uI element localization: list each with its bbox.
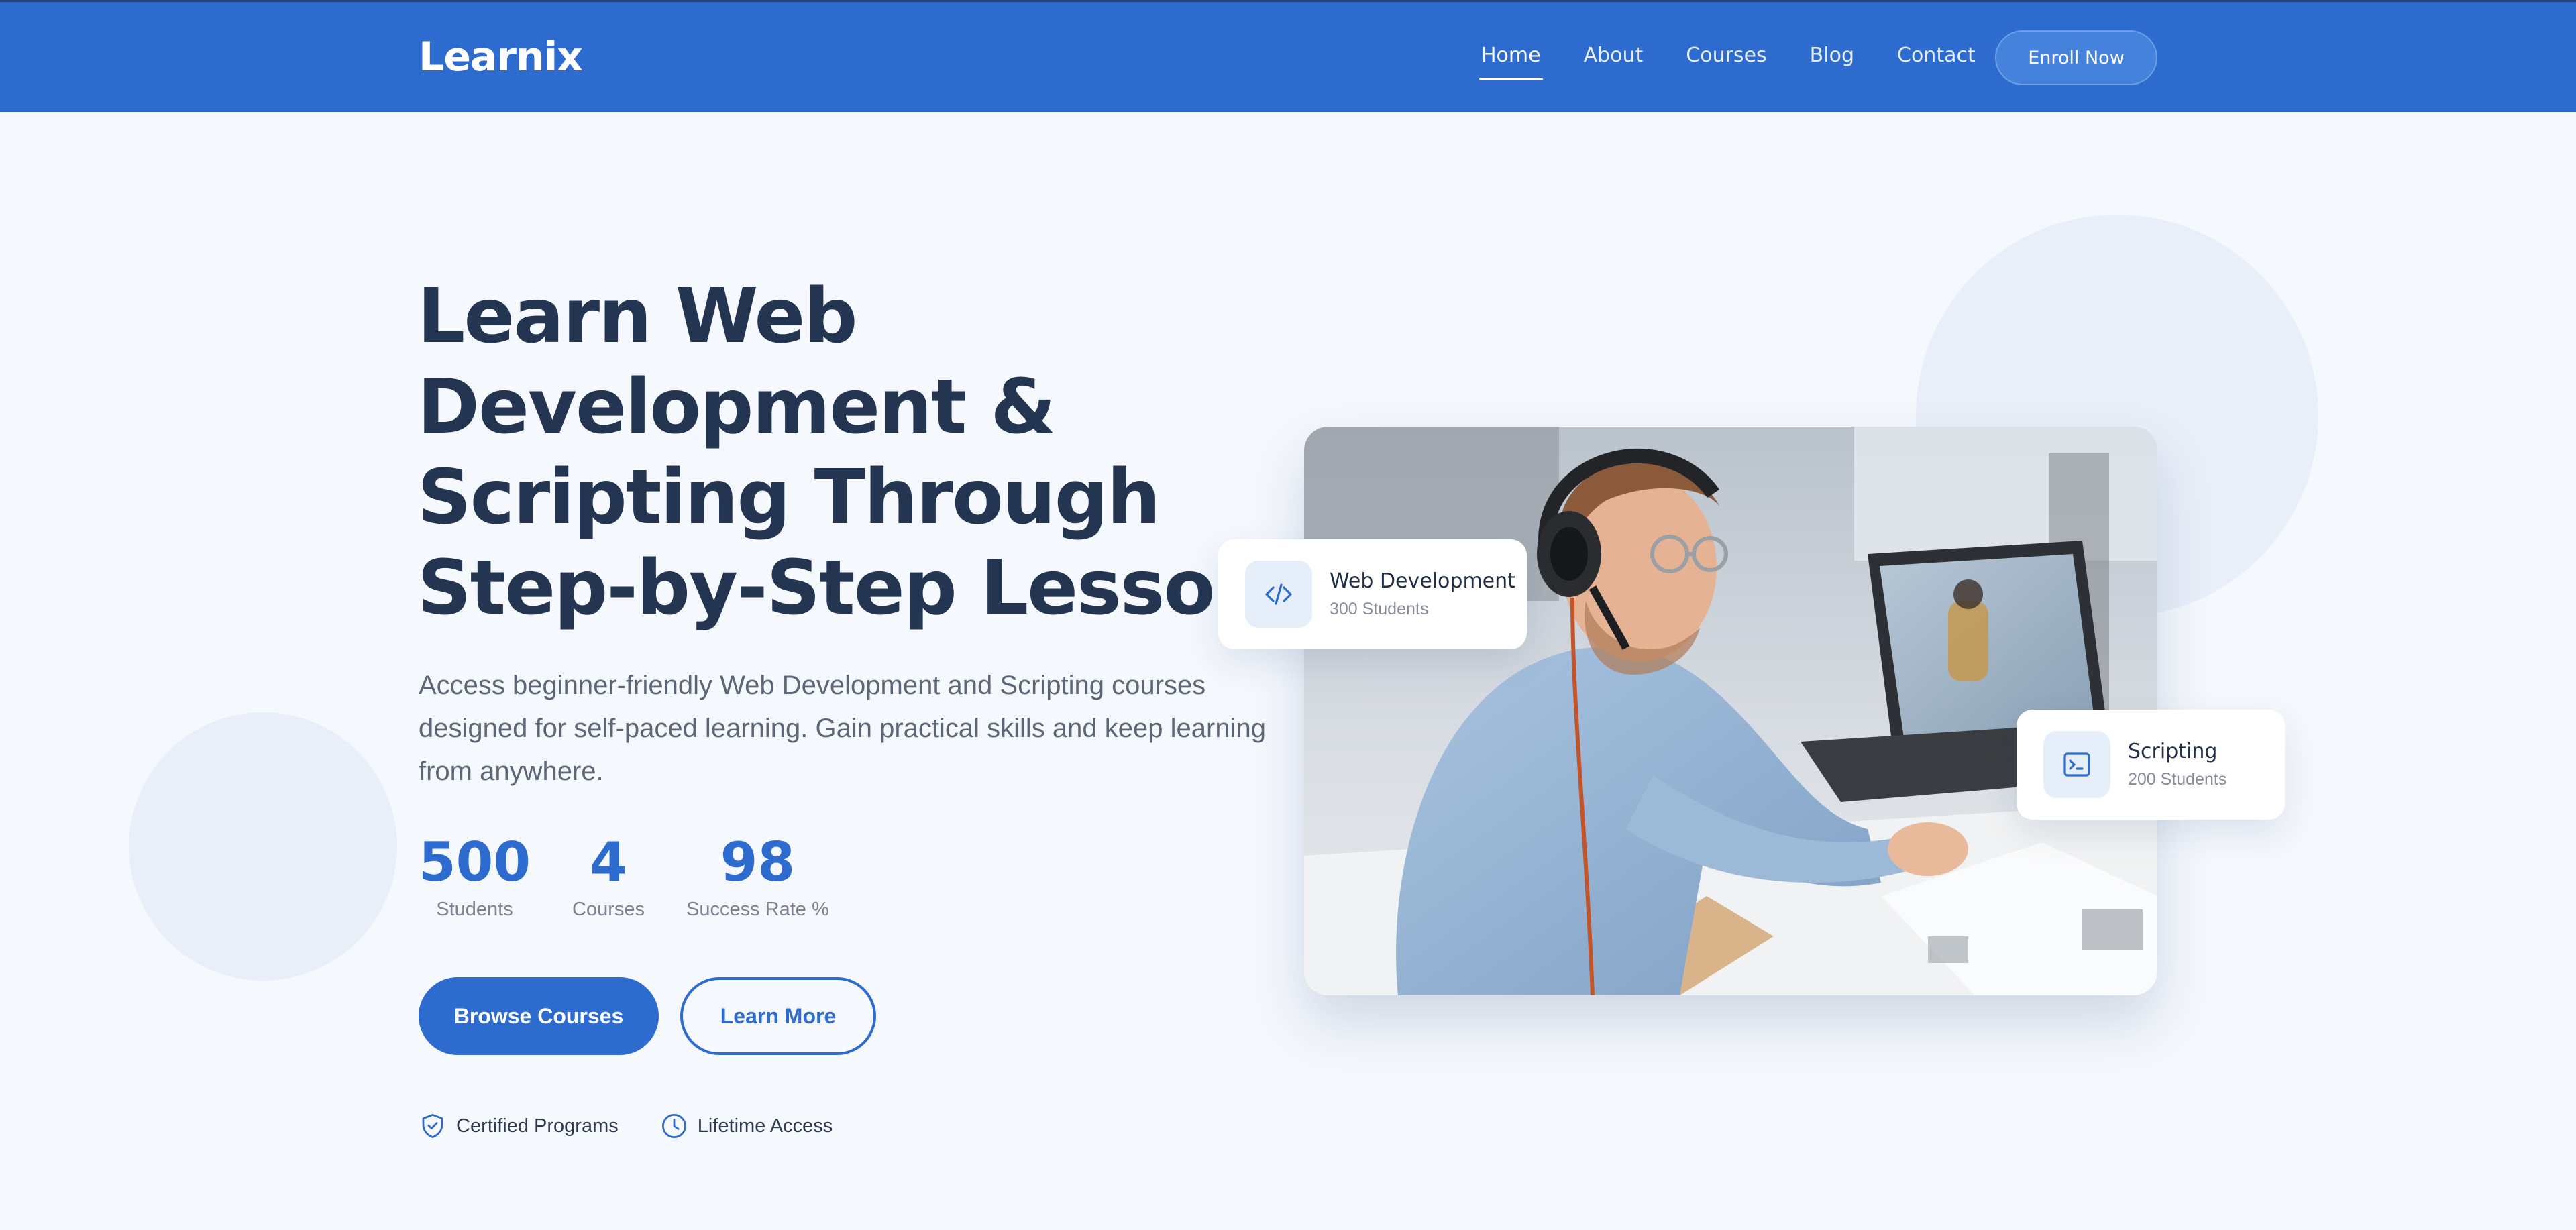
stats-row: 500 Students 4 Courses 98 Success Rate % — [419, 832, 871, 921]
stat-value: 4 — [590, 831, 627, 893]
stat-label: Students — [436, 899, 513, 920]
badge-certified: Certified Programs — [419, 1112, 619, 1140]
code-icon — [1265, 583, 1292, 605]
hero-title-line: Learn Web — [417, 273, 858, 360]
badge-lifetime: Lifetime Access — [660, 1112, 833, 1140]
nav-link-home[interactable]: Home — [1479, 44, 1543, 80]
brand-logo[interactable]: Learnix — [419, 34, 583, 80]
hero-title-line: Step-by-Step Lessons — [417, 545, 1311, 632]
badge-label: Certified Programs — [456, 1115, 619, 1137]
stat-courses: 4 Courses — [572, 832, 645, 921]
nav-links: Home About Courses Blog Contact — [1479, 44, 2019, 80]
card-text: Scripting 200 Students — [2128, 740, 2226, 789]
decorative-circle-left — [129, 712, 397, 981]
clock-icon — [661, 1113, 686, 1139]
card-title: Web Development — [1330, 569, 1515, 593]
stat-students: 500 Students — [419, 832, 531, 921]
card-text: Web Development 300 Students — [1330, 569, 1515, 619]
course-card-web-development[interactable]: Web Development 300 Students — [1218, 539, 1527, 649]
browse-courses-button[interactable]: Browse Courses — [419, 977, 659, 1055]
nav-link-about[interactable]: About — [1584, 44, 1644, 67]
nav-link-contact[interactable]: Contact — [1897, 44, 1976, 67]
hero-title-line: Scripting Through — [417, 454, 1161, 541]
feature-badges: Certified Programs Lifetime Access — [419, 1112, 874, 1140]
card-icon-container — [1245, 561, 1312, 628]
hero-description: Access beginner-friendly Web Development… — [419, 671, 1266, 786]
card-subtitle: 300 Students — [1330, 600, 1429, 618]
card-icon-container — [2043, 731, 2110, 798]
card-title: Scripting — [2128, 740, 2218, 763]
hero-title: Learn Web Development & Scripting Throug… — [417, 272, 1311, 634]
stat-success-rate: 98 Success Rate % — [686, 832, 829, 921]
badge-label: Lifetime Access — [697, 1115, 833, 1137]
stat-label: Courses — [572, 899, 645, 920]
stat-value: 500 — [419, 831, 531, 893]
learn-more-button[interactable]: Learn More — [680, 977, 876, 1055]
stat-label: Success Rate % — [686, 899, 829, 920]
card-subtitle: 200 Students — [2128, 770, 2227, 789]
course-card-scripting[interactable]: Scripting 200 Students — [2017, 710, 2285, 820]
nav-link-courses[interactable]: Courses — [1686, 44, 1766, 67]
nav-link-blog[interactable]: Blog — [1810, 44, 1854, 67]
stat-value: 98 — [720, 831, 796, 893]
terminal-icon — [2063, 752, 2090, 777]
navbar: Learnix Home About Courses Blog Contact … — [0, 0, 2576, 112]
hero-title-line: Development & — [417, 364, 1056, 451]
shield-check-icon — [422, 1113, 443, 1139]
enroll-now-button[interactable]: Enroll Now — [1995, 30, 2157, 85]
